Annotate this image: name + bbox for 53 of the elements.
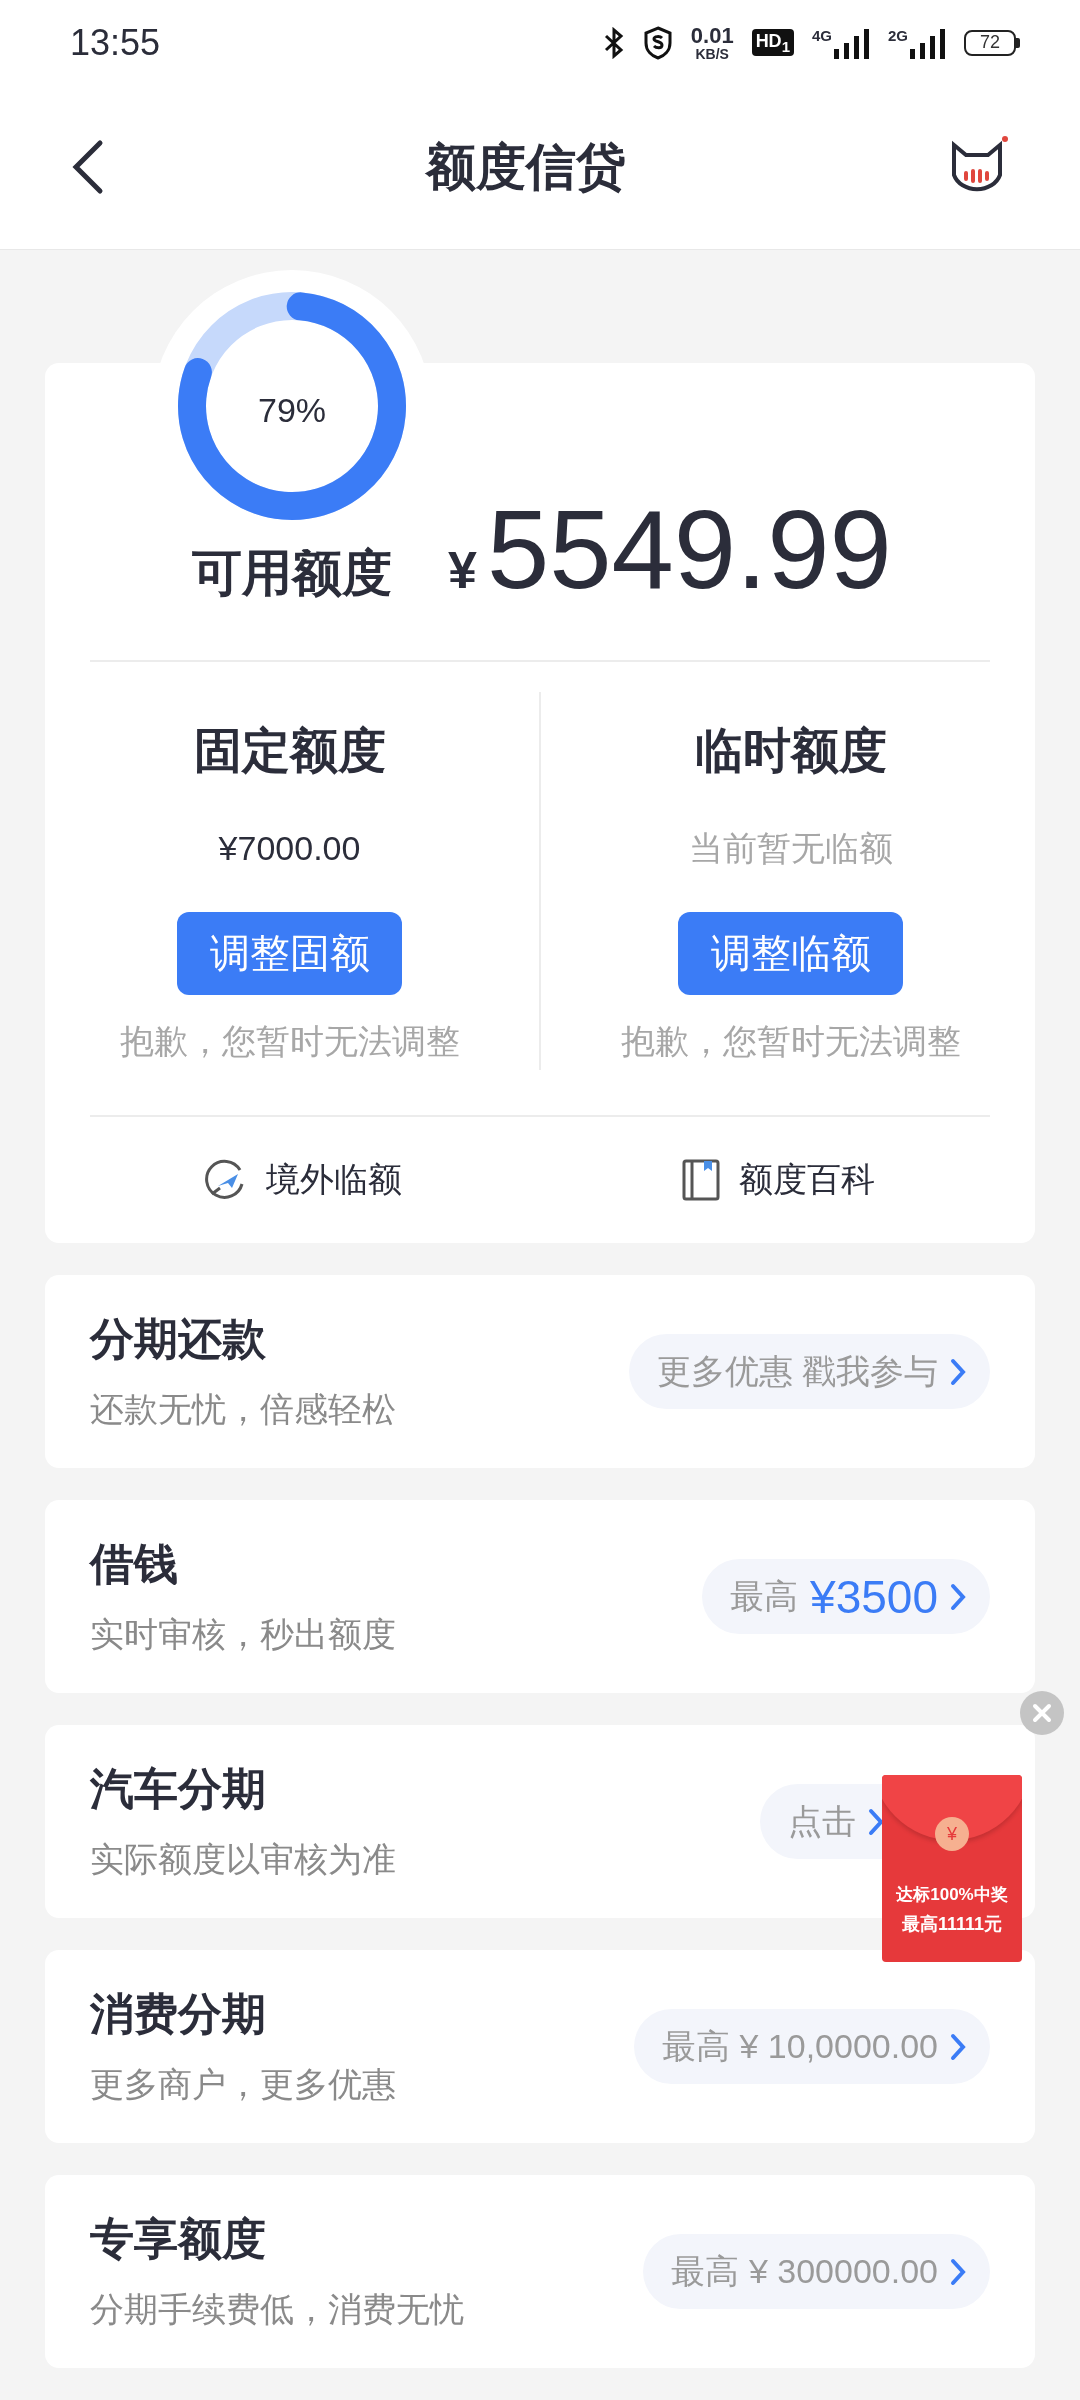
network-type: 4G <box>811 26 832 44</box>
envelope-popup[interactable]: ¥ 达标100%中奖 最高11111元 <box>882 1775 1022 1962</box>
battery-level: 72 <box>964 29 1016 56</box>
bluetooth-icon <box>602 26 625 59</box>
signal-icon <box>910 26 946 59</box>
usage-percent: 79% <box>257 390 327 430</box>
page-title: 额度信贷 <box>426 137 626 197</box>
network-type: 2G <box>888 26 908 44</box>
product-title: 消费分期 <box>90 1988 267 2040</box>
hd-badge: HD$_{1}$ <box>751 28 794 57</box>
product-title: 专享额度 <box>90 2213 267 2265</box>
product-subtitle: 实际额度以审核为准 <box>90 1839 397 1880</box>
adjust-button[interactable]: 调整固额 <box>177 912 402 995</box>
available-credit-label: 可用额度 <box>192 544 392 602</box>
chevron-right-icon <box>950 1582 966 1611</box>
book-icon <box>680 1158 721 1202</box>
chevron-right-icon <box>950 2032 966 2061</box>
product-card[interactable]: 分期还款 还款无忧，倍感轻松 更多优惠 戳我参与 <box>45 1275 1035 1468</box>
product-subtitle: 实时审核，秒出额度 <box>90 1614 397 1655</box>
signal-icon <box>834 26 870 59</box>
adjust-button[interactable]: 调整临额 <box>678 912 903 995</box>
action-button[interactable]: 最高 ¥ 10,0000.00 <box>634 2009 990 2084</box>
link-button[interactable]: 额度百科 <box>565 1117 990 1243</box>
chevron-right-icon <box>950 1357 966 1386</box>
limit-title: 临时额度 <box>694 724 887 778</box>
product-title: 借钱 <box>90 1538 179 1590</box>
product-subtitle: 还款无忧，倍感轻松 <box>90 1389 397 1430</box>
limit-value: ¥7000.00 <box>218 828 361 868</box>
currency-sign: ¥ <box>448 540 477 600</box>
product-subtitle: 分期手续费低，消费无忧 <box>90 2289 465 2330</box>
chevron-right-icon <box>868 1807 884 1836</box>
net-speed-unit: KB/S <box>695 46 729 61</box>
max-amount-button[interactable]: 最高 ¥3500 <box>702 1559 990 1634</box>
limit-value: 当前暂无临额 <box>688 828 893 868</box>
product-card[interactable]: 借钱 实时审核，秒出额度 最高 ¥3500 <box>45 1500 1035 1693</box>
product-title: 分期还款 <box>90 1313 267 1365</box>
shield-icon <box>642 25 673 60</box>
product-card[interactable]: 专享额度 分期手续费低，消费无忧 最高 ¥ 300000.00 <box>45 2175 1035 2368</box>
status-time: 13:55 <box>70 21 162 64</box>
product-card[interactable]: 消费分期 更多商户，更多优惠 最高 ¥ 10,0000.00 <box>45 1950 1035 2143</box>
chevron-right-icon <box>950 2257 966 2286</box>
link-button[interactable]: 境外临额 <box>90 1117 515 1243</box>
net-speed-value: 0.01 <box>690 24 734 47</box>
limit-title: 固定额度 <box>193 724 386 778</box>
adjust-note: 抱歉，您暂时无法调整 <box>620 1021 961 1062</box>
product-title: 汽车分期 <box>90 1763 267 1815</box>
action-button[interactable]: 最高 ¥ 300000.00 <box>643 2234 990 2309</box>
coin-icon: ¥ <box>935 1817 969 1851</box>
available-amount: 5549.99 <box>486 494 892 606</box>
action-button[interactable]: 更多优惠 戳我参与 <box>628 1334 990 1409</box>
adjust-note: 抱歉，您暂时无法调整 <box>119 1021 460 1062</box>
product-subtitle: 更多商户，更多优惠 <box>90 2064 397 2105</box>
promo-text: 达标100%中奖 <box>896 1884 1008 1906</box>
